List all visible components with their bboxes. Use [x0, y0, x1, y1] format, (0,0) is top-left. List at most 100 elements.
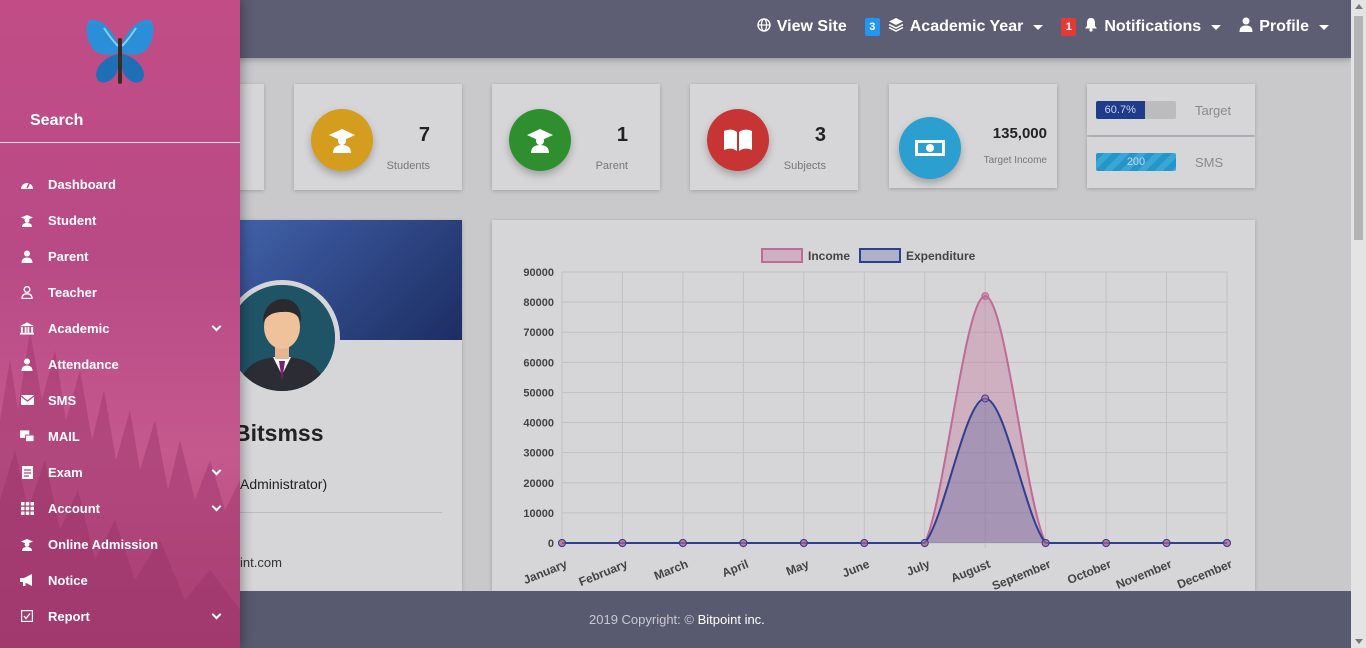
chevron-down-icon [211, 465, 222, 476]
sidebar-item-account[interactable]: Account [0, 490, 240, 526]
income-expenditure-chart: 0 10000 20000 30000 40000 50000 60000 70000 8000… [521, 248, 1234, 593]
stat-card-target-income: 135,000 Target Income [889, 84, 1057, 188]
data-point [1041, 539, 1050, 547]
stat-value: 7 [418, 124, 430, 146]
sidebar-item-label: Exam [48, 464, 83, 480]
target-progress-label: Target [1195, 103, 1232, 118]
y-tick-label: 80000 [523, 297, 554, 309]
x-tick-label: June [840, 557, 872, 581]
notice-icon [20, 573, 34, 587]
scroll-thumb[interactable] [1354, 16, 1363, 240]
caret-down-icon [1033, 24, 1044, 30]
stat-card-parent: 1 Parent [492, 84, 660, 190]
x-tick-label: August [949, 557, 993, 585]
series-line-income [562, 295, 1227, 544]
x-tick-label: November [1114, 557, 1174, 591]
scroll-up-icon[interactable] [1355, 4, 1363, 9]
sidebar-menu: Dashboard Student Parent Teacher Academic Att… [0, 166, 240, 634]
sidebar-item-parent[interactable]: Parent [0, 238, 240, 274]
x-tick-label: October [1065, 557, 1113, 587]
page-scrollbar[interactable] [1351, 0, 1366, 648]
profile-role: Administrator) [240, 476, 328, 492]
sidebar-item-online-admission[interactable]: Online Admission [0, 526, 240, 562]
profile-name: Bitsmss [240, 420, 324, 446]
view-site-label: View Site [776, 18, 847, 35]
globe-icon [757, 17, 771, 37]
x-tick-label: January [521, 557, 569, 587]
footer-company-link[interactable]: Bitpoint inc. [698, 612, 765, 627]
sidebar-item-label: SMS [48, 392, 77, 408]
x-tick-label: December [1175, 557, 1234, 591]
sidebar-item-notice[interactable]: Notice [0, 562, 240, 598]
view-site-link[interactable]: View Site [757, 17, 847, 37]
chevron-down-icon [211, 321, 222, 332]
series-area-expenditure [562, 398, 1227, 543]
profile-dropdown[interactable]: Profile [1239, 17, 1329, 37]
academic-icon [20, 321, 34, 335]
sidebar-item-dashboard[interactable]: Dashboard [0, 166, 240, 202]
sidebar-item-label: Teacher [48, 284, 97, 300]
sms-progress-fill: 200 [1096, 153, 1176, 171]
x-tick-label: July [904, 557, 932, 579]
y-tick-label: 20000 [523, 478, 554, 490]
sidebar-item-mail[interactable]: MAIL [0, 418, 240, 454]
caret-down-icon [1319, 24, 1329, 30]
butterfly-logo[interactable] [84, 16, 156, 90]
legend-swatch [761, 248, 803, 263]
stat-label: Target Income [983, 155, 1047, 166]
legend-label: Income [808, 249, 850, 263]
x-tick-label: May [784, 557, 811, 579]
stat-value: 3 [814, 124, 826, 146]
x-tick-label: April [720, 557, 751, 580]
y-tick-label: 70000 [523, 327, 554, 339]
y-tick-label: 30000 [523, 448, 554, 460]
sidebar-item-label: Report [48, 608, 90, 624]
sidebar-search[interactable]: Search [30, 112, 83, 130]
data-point [1102, 539, 1111, 547]
y-tick-label: 40000 [523, 418, 554, 430]
data-point [860, 539, 869, 547]
legend-label: Expenditure [906, 249, 976, 263]
sidebar-item-label: MAIL [48, 428, 80, 444]
data-point [920, 539, 929, 547]
y-tick-label: 50000 [523, 387, 554, 399]
academic-year-label: Academic Year [909, 18, 1024, 35]
sidebar-item-student[interactable]: Student [0, 202, 240, 238]
scroll-down-icon[interactable] [1355, 639, 1363, 644]
graduation-cap-icon [311, 109, 373, 171]
user-icon [1239, 17, 1253, 37]
sms-progress-bar: 200 [1096, 153, 1176, 171]
graduation-cap-icon [509, 109, 571, 171]
sidebar-item-attendance[interactable]: Attendance [0, 346, 240, 382]
x-tick-label: March [652, 557, 690, 583]
report-icon [20, 609, 34, 623]
chart-card: 0 10000 20000 30000 40000 50000 60000 70000 8000… [492, 220, 1255, 593]
sidebar-item-teacher[interactable]: Teacher [0, 274, 240, 310]
data-point [739, 539, 748, 547]
sidebar-item-sms[interactable]: SMS [0, 382, 240, 418]
legend-swatch [859, 248, 901, 263]
academic-year-dropdown[interactable]: 3 Academic Year [864, 17, 1044, 37]
data-point [981, 292, 990, 301]
stat-card-students: 7 Students [294, 84, 462, 190]
x-tick-label: February [577, 557, 630, 589]
student-icon [20, 213, 34, 227]
stat-label: Parent [595, 160, 628, 172]
y-tick-label: 60000 [523, 357, 554, 369]
money-icon [899, 117, 961, 179]
sidebar-item-report[interactable]: Report [0, 598, 240, 634]
sidebar-item-academic[interactable]: Academic [0, 310, 240, 346]
footer-text: 2019 Copyright: © [589, 612, 698, 627]
notifications-dropdown[interactable]: 1 Notifications [1061, 17, 1222, 37]
divider [240, 512, 442, 513]
profile-label: Profile [1259, 18, 1309, 35]
sidebar-item-exam[interactable]: Exam [0, 454, 240, 490]
notifications-badge: 1 [1061, 18, 1077, 36]
stat-value: 1 [616, 124, 628, 146]
data-point [981, 394, 990, 403]
parent-icon [20, 249, 34, 263]
footer-copyright: 2019 Copyright: © Bitpoint inc. [589, 612, 765, 627]
stat-card-subjects: 3 Subjects [690, 84, 858, 190]
sidebar: Search Dashboard Student Parent Teacher Acad… [0, 0, 240, 648]
target-progress-fill: 60.7% [1096, 101, 1145, 119]
